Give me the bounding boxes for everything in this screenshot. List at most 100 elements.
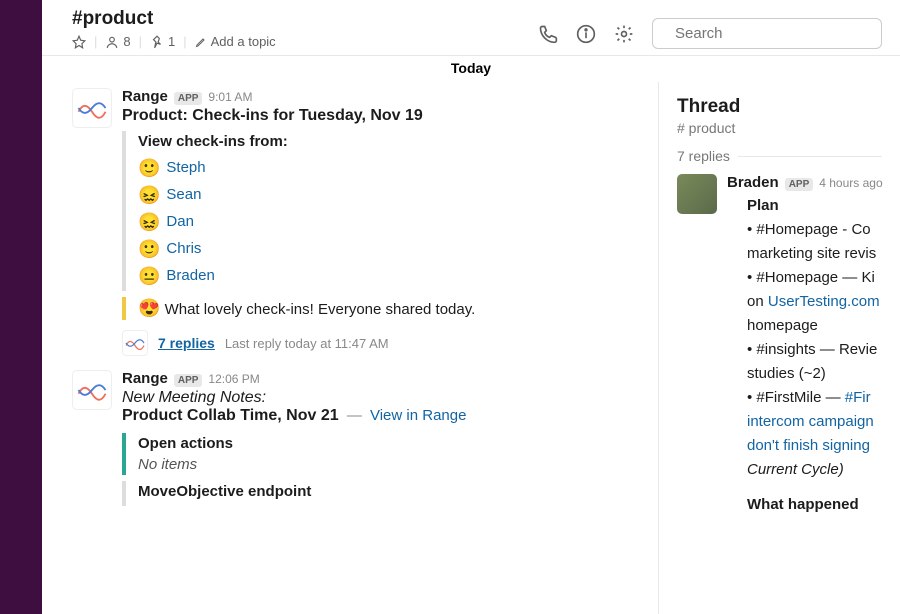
header-right: [538, 8, 882, 49]
separator: |: [94, 34, 97, 49]
range-logo-icon: [125, 335, 145, 351]
add-topic-label: Add a topic: [211, 34, 276, 49]
plan-line: homepage: [747, 314, 900, 338]
workspace-sidebar: [0, 0, 42, 614]
pencil-icon: [195, 36, 207, 48]
search-box[interactable]: [652, 18, 882, 49]
checkins-block: View check-ins from: 🙂 Steph 😖 Sean 😖 Dan 🙂…: [122, 131, 638, 291]
mood-emoji: 😐: [138, 267, 160, 285]
plan-line: Current Cycle): [747, 458, 900, 482]
message-author[interactable]: Range: [122, 370, 168, 387]
channel-meta: | 8 | 1 | Add a topic: [72, 34, 276, 49]
thread-reply-count: 7 replies: [677, 148, 730, 164]
message-author[interactable]: Range: [122, 88, 168, 105]
plan-line: • #insights — Revie: [747, 338, 900, 362]
checkin-item: 🙂 Chris: [138, 235, 638, 262]
replies-link[interactable]: 7 replies: [158, 335, 215, 351]
info-icon: [576, 24, 596, 44]
pin-count[interactable]: 1: [150, 34, 175, 49]
checkin-link[interactable]: Sean: [166, 181, 201, 208]
replies-row[interactable]: 7 replies Last reply today at 11:47 AM: [122, 326, 638, 356]
usertesting-link[interactable]: UserTesting.com: [768, 293, 880, 310]
thread-author[interactable]: Braden: [727, 174, 779, 191]
what-happened-label: What happened: [727, 496, 900, 513]
app-badge: APP: [174, 374, 203, 387]
member-count-value: 8: [123, 34, 130, 49]
pin-icon: [150, 35, 164, 49]
checkin-item: 😖 Sean: [138, 181, 638, 208]
plan-line: on UserTesting.com: [747, 290, 900, 314]
separator: |: [183, 34, 186, 49]
endpoint-label: MoveObjective endpoint: [138, 483, 638, 500]
phone-icon: [538, 24, 558, 44]
plan-content: • #Homepage - Co marketing site revis • …: [727, 218, 900, 482]
app-badge: APP: [174, 92, 203, 105]
checkin-link[interactable]: Dan: [166, 208, 194, 235]
open-actions-label: Open actions: [138, 435, 638, 452]
meeting-title: Product Collab Time, Nov 21: [122, 407, 339, 424]
plan-line[interactable]: don't finish signing: [747, 434, 900, 458]
checkin-item: 😖 Dan: [138, 208, 638, 235]
message-time: 9:01 AM: [208, 90, 252, 104]
message-time: 12:06 PM: [208, 372, 259, 386]
praise-text: What lovely check-ins! Everyone shared t…: [165, 301, 476, 318]
message-body: Range APP 12:06 PM New Meeting Notes: Pr…: [122, 370, 638, 512]
plan-line: • #Homepage — Ki: [747, 266, 900, 290]
header-left: #product | 8 | 1 | Add a topic: [72, 8, 276, 49]
search-input[interactable]: [675, 25, 874, 42]
thread-reply-count-row: 7 replies: [659, 148, 900, 164]
app-avatar[interactable]: [72, 370, 112, 410]
add-topic[interactable]: Add a topic: [195, 34, 276, 49]
thread-message-body: Braden APP 4 hours ago Plan • #Homepage …: [727, 174, 900, 513]
message-list: Range APP 9:01 AM Product: Check-ins for…: [42, 82, 658, 614]
checkin-link[interactable]: Steph: [166, 154, 205, 181]
checkin-list: 🙂 Steph 😖 Sean 😖 Dan 🙂 Chris 😐 Braden: [138, 154, 638, 289]
message: Range APP 9:01 AM Product: Check-ins for…: [72, 88, 638, 356]
checkin-item: 😐 Braden: [138, 262, 638, 289]
date-divider: Today: [42, 56, 900, 82]
checkin-item: 🙂 Steph: [138, 154, 638, 181]
checkins-label: View check-ins from:: [138, 133, 638, 150]
app-avatar[interactable]: [72, 88, 112, 128]
message: Range APP 12:06 PM New Meeting Notes: Pr…: [72, 370, 638, 512]
star-icon: [72, 35, 86, 49]
plan-line: • #Homepage - Co: [747, 218, 900, 242]
view-in-range-link[interactable]: View in Range: [370, 407, 466, 424]
channel-name[interactable]: #product: [72, 8, 276, 30]
range-logo-icon: [77, 377, 107, 403]
pin-count-value: 1: [168, 34, 175, 49]
plan-line: • #FirstMile — #Fir: [747, 386, 900, 410]
dash: —: [343, 407, 366, 424]
mood-emoji: 🙂: [138, 159, 160, 177]
message-body: Range APP 9:01 AM Product: Check-ins for…: [122, 88, 638, 356]
gear-icon: [614, 24, 634, 44]
message-title: Product: Check-ins for Tuesday, Nov 19: [122, 107, 638, 125]
firstmile-link[interactable]: #Fir: [845, 389, 871, 406]
endpoint-block: MoveObjective endpoint: [122, 481, 638, 506]
settings-button[interactable]: [614, 24, 634, 44]
plan-line[interactable]: intercom campaign: [747, 410, 900, 434]
mood-emoji: 😖: [138, 213, 160, 231]
mood-emoji: 😖: [138, 186, 160, 204]
plan-line: studies (~2): [747, 362, 900, 386]
checkin-link[interactable]: Chris: [166, 235, 201, 262]
reply-avatar: [122, 330, 148, 356]
call-button[interactable]: [538, 24, 558, 44]
thread-header: Thread # product: [659, 82, 900, 148]
last-reply-time: Last reply today at 11:47 AM: [225, 336, 389, 351]
mood-emoji: 🙂: [138, 240, 160, 258]
checkin-link[interactable]: Braden: [166, 262, 214, 289]
info-button[interactable]: [576, 24, 596, 44]
open-actions-block: Open actions No items: [122, 433, 638, 475]
thread-title: Thread: [677, 96, 882, 118]
message-subtitle: New Meeting Notes:: [122, 389, 638, 407]
separator: |: [139, 34, 142, 49]
open-actions-items: No items: [138, 456, 638, 473]
thread-subtitle[interactable]: # product: [677, 120, 882, 136]
member-count[interactable]: 8: [105, 34, 130, 49]
plan-label: Plan: [727, 197, 900, 214]
star-button[interactable]: [72, 35, 86, 49]
content-row: Range APP 9:01 AM Product: Check-ins for…: [42, 82, 900, 614]
user-avatar[interactable]: [677, 174, 717, 214]
plan-line: marketing site revis: [747, 242, 900, 266]
